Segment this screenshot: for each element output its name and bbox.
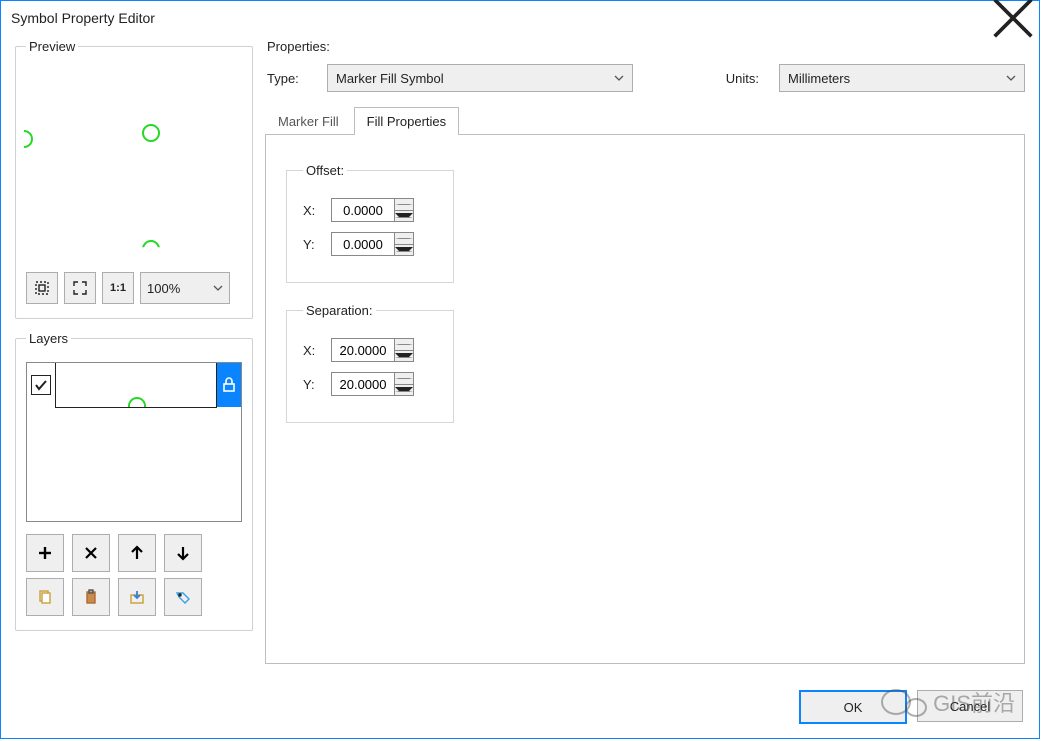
offset-legend: Offset: bbox=[303, 163, 347, 178]
tag-layer-button[interactable] bbox=[164, 578, 202, 616]
offset-group: Offset: X: Y: bbox=[286, 163, 454, 283]
separation-x-down[interactable] bbox=[395, 351, 413, 362]
dialog-window: Symbol Property Editor Preview bbox=[0, 0, 1040, 739]
layer-buttons bbox=[26, 534, 242, 616]
paste-layer-button[interactable] bbox=[72, 578, 110, 616]
type-units-row: Type: Marker Fill Symbol Units: Millimet… bbox=[267, 64, 1025, 92]
tab-strip: Marker Fill Fill Properties bbox=[267, 106, 1025, 134]
type-value: Marker Fill Symbol bbox=[336, 71, 444, 86]
units-value: Millimeters bbox=[788, 71, 850, 86]
separation-y-input[interactable] bbox=[331, 372, 394, 396]
zoom-full-button[interactable] bbox=[64, 272, 96, 304]
units-combo[interactable]: Millimeters bbox=[779, 64, 1025, 92]
offset-y-spinner[interactable] bbox=[331, 232, 414, 256]
separation-y-up[interactable] bbox=[395, 373, 413, 385]
separation-y-spinner[interactable] bbox=[331, 372, 414, 396]
layers-list[interactable] bbox=[26, 362, 242, 522]
offset-y-field: Y: bbox=[303, 232, 437, 256]
layer-row[interactable] bbox=[27, 363, 241, 407]
zoom-100-button[interactable]: 1:1 bbox=[102, 272, 134, 304]
separation-group: Separation: X: Y: bbox=[286, 303, 454, 423]
offset-x-down[interactable] bbox=[395, 211, 413, 222]
close-button[interactable] bbox=[991, 3, 1035, 33]
separation-x-spinner[interactable] bbox=[331, 338, 414, 362]
preview-legend: Preview bbox=[26, 39, 78, 54]
separation-y-label: Y: bbox=[303, 377, 321, 392]
separation-x-up[interactable] bbox=[395, 339, 413, 351]
separation-x-label: X: bbox=[303, 343, 321, 358]
zoom-combo[interactable]: 100% bbox=[140, 272, 230, 304]
separation-y-field: Y: bbox=[303, 372, 437, 396]
properties-column: Properties: Type: Marker Fill Symbol Uni… bbox=[265, 39, 1025, 664]
preview-canvas bbox=[26, 72, 242, 262]
cancel-button[interactable]: Cancel bbox=[917, 690, 1023, 722]
import-layer-button[interactable] bbox=[118, 578, 156, 616]
titlebar: Symbol Property Editor bbox=[1, 1, 1039, 35]
layer-swatch[interactable] bbox=[55, 362, 217, 408]
left-column: Preview 1:1 100% bbox=[15, 39, 253, 664]
offset-y-up[interactable] bbox=[395, 233, 413, 245]
window-title: Symbol Property Editor bbox=[11, 10, 991, 26]
tab-page-fill-properties: Offset: X: Y: bbox=[265, 134, 1025, 664]
offset-x-field: X: bbox=[303, 198, 437, 222]
delete-layer-button[interactable] bbox=[72, 534, 110, 572]
layers-legend: Layers bbox=[26, 331, 71, 346]
tab-marker-fill[interactable]: Marker Fill bbox=[267, 107, 350, 135]
move-layer-up-button[interactable] bbox=[118, 534, 156, 572]
dialog-body: Preview 1:1 100% bbox=[1, 35, 1039, 676]
layer-lock-button[interactable] bbox=[217, 363, 241, 407]
zoom-fit-button[interactable] bbox=[26, 272, 58, 304]
offset-y-label: Y: bbox=[303, 237, 321, 252]
offset-x-up[interactable] bbox=[395, 199, 413, 211]
offset-y-down[interactable] bbox=[395, 245, 413, 256]
zoom-value: 100% bbox=[147, 281, 180, 296]
offset-x-label: X: bbox=[303, 203, 321, 218]
separation-y-down[interactable] bbox=[395, 385, 413, 396]
type-label: Type: bbox=[267, 71, 317, 86]
offset-x-input[interactable] bbox=[331, 198, 394, 222]
properties-legend: Properties: bbox=[267, 39, 1025, 54]
separation-x-field: X: bbox=[303, 338, 437, 362]
tab-fill-properties[interactable]: Fill Properties bbox=[354, 107, 459, 135]
preview-panel: Preview 1:1 100% bbox=[15, 39, 253, 319]
dialog-footer: OK Cancel bbox=[1, 676, 1039, 738]
offset-y-input[interactable] bbox=[331, 232, 394, 256]
units-label: Units: bbox=[726, 71, 759, 86]
move-layer-down-button[interactable] bbox=[164, 534, 202, 572]
separation-x-input[interactable] bbox=[331, 338, 394, 362]
separation-legend: Separation: bbox=[303, 303, 376, 318]
add-layer-button[interactable] bbox=[26, 534, 64, 572]
layers-panel: Layers bbox=[15, 331, 253, 631]
preview-toolbar: 1:1 100% bbox=[26, 272, 242, 304]
layer-visible-checkbox[interactable] bbox=[31, 375, 51, 395]
copy-layer-button[interactable] bbox=[26, 578, 64, 616]
ok-button[interactable]: OK bbox=[799, 690, 907, 724]
offset-x-spinner[interactable] bbox=[331, 198, 414, 222]
type-combo[interactable]: Marker Fill Symbol bbox=[327, 64, 633, 92]
